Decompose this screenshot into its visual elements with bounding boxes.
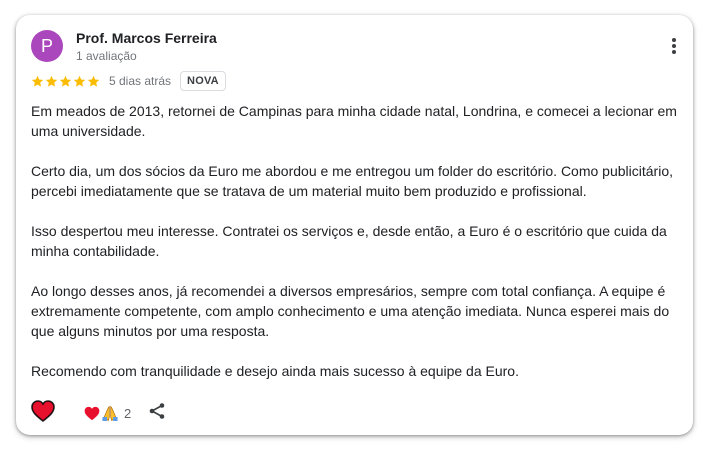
more-vert-icon (672, 38, 676, 54)
author-review-count: 1 avaliação (76, 49, 137, 63)
star-icon (87, 75, 100, 87)
folded-hands-icon (102, 405, 118, 421)
review-paragraph: Certo dia, um dos sócios da Euro me abor… (31, 163, 673, 199)
author-name[interactable]: Prof. Marcos Ferreira (76, 30, 217, 46)
star-icon (73, 75, 86, 87)
share-button[interactable] (131, 402, 166, 425)
review-card: P Prof. Marcos Ferreira 1 avaliação 5 di… (16, 15, 693, 435)
avatar[interactable]: P (31, 30, 63, 62)
review-actions: 2 (31, 399, 166, 427)
reaction-count: 2 (124, 405, 132, 421)
reactions-summary[interactable]: 2 (84, 405, 131, 422)
star-icon (31, 75, 44, 87)
review-paragraph: Ao longo desses anos, já recomendei a di… (31, 283, 670, 339)
star-icon (59, 75, 72, 87)
heart-icon (84, 406, 100, 420)
star-rating (31, 75, 100, 88)
review-text: Em meados de 2013, retornei de Campinas … (31, 101, 683, 401)
rating-row: 5 dias atrás NOVA (31, 71, 226, 91)
review-paragraph: Em meados de 2013, retornei de Campinas … (31, 103, 677, 139)
share-icon (149, 402, 165, 419)
more-options-button[interactable] (664, 36, 684, 56)
heart-like-icon (31, 399, 55, 422)
new-badge: NOVA (180, 71, 226, 91)
review-date: 5 dias atrás (109, 74, 172, 88)
review-paragraph: Recomendo com tranquilidade e desejo ain… (31, 363, 519, 379)
star-icon (45, 75, 58, 87)
review-paragraph: Isso despertou meu interesse. Contratei … (31, 223, 667, 259)
like-button[interactable] (31, 399, 55, 427)
